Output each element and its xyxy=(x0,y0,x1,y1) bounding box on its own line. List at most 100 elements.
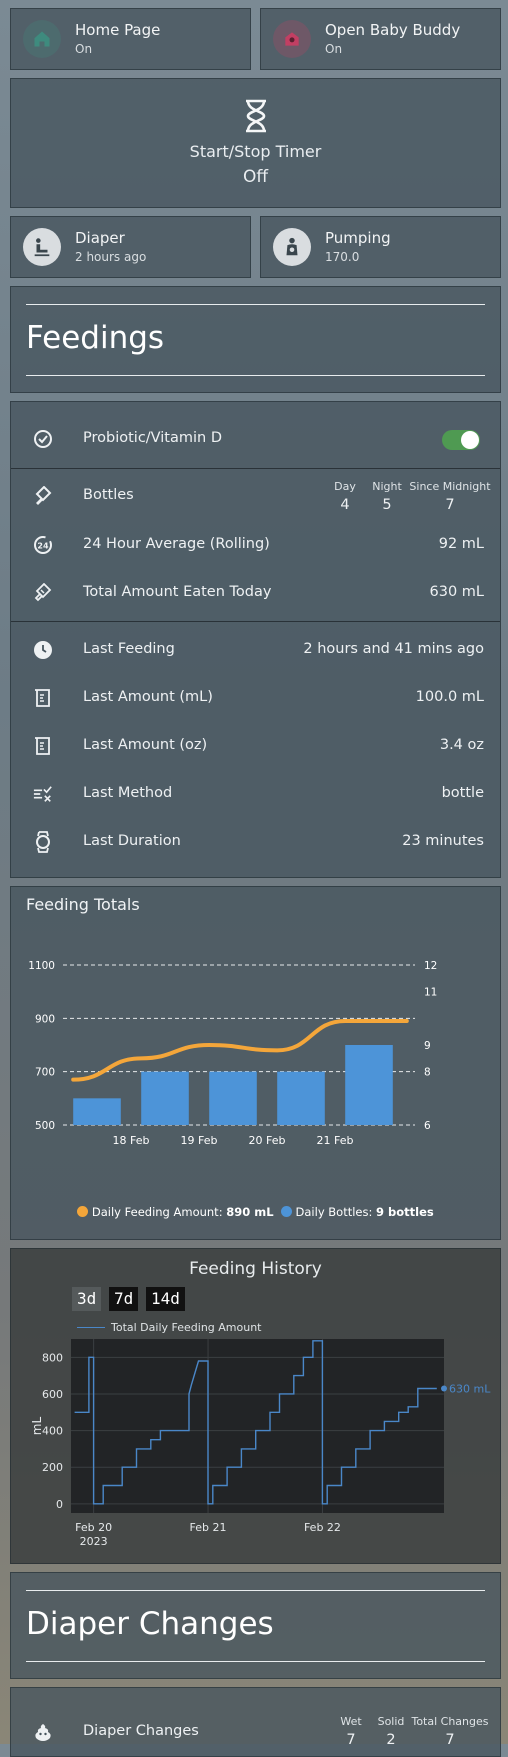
diaper-tile[interactable]: Diaper 2 hours ago xyxy=(10,216,251,278)
legend-bottles-swatch xyxy=(280,1206,292,1217)
total-today-row[interactable]: Total Amount Eaten Today 630 mL xyxy=(11,571,500,615)
bottles-since-midnight-value: 7 xyxy=(445,497,455,513)
last-amount-ml-label: Last Amount (mL) xyxy=(83,689,213,705)
diaper-subtitle: 2 hours ago xyxy=(75,250,147,264)
x-tick-label: 20 Feb xyxy=(249,1134,286,1147)
last-method-label: Last Method xyxy=(83,785,173,801)
range-14d-button[interactable]: 14d xyxy=(146,1287,185,1311)
y-left-tick-label: 900 xyxy=(35,1013,55,1025)
beaker-icon xyxy=(33,736,53,756)
open-baby-buddy-state: On xyxy=(325,42,343,56)
y-right-tick-label: 11 xyxy=(424,987,437,999)
baby-bottle-icon xyxy=(33,486,53,506)
legend-bottles-value: 9 bottles xyxy=(376,1205,434,1219)
last-amount-oz-row[interactable]: Last Amount (oz) 3.4 oz xyxy=(11,724,500,768)
plot-area xyxy=(71,1339,444,1513)
last-feeding-row[interactable]: Last Feeding 2 hours and 41 mins ago xyxy=(11,628,500,672)
bar xyxy=(73,1098,121,1125)
range-7d-button[interactable]: 7d xyxy=(109,1287,139,1311)
open-baby-buddy-title: Open Baby Buddy xyxy=(325,21,461,39)
y-tick-label: 600 xyxy=(42,1388,63,1401)
divider xyxy=(26,375,485,376)
check-circle-icon xyxy=(33,429,53,449)
probiotic-toggle[interactable] xyxy=(442,430,480,450)
legend-amount-value: 890 mL xyxy=(226,1205,274,1219)
start-stop-timer-tile[interactable]: Start/Stop Timer Off xyxy=(10,78,501,208)
last-method-row[interactable]: Last Method bottle xyxy=(11,772,500,816)
feeding-history-card: Feeding History 3d 7d 14d Total Daily Fe… xyxy=(10,1248,501,1564)
history-legend: Total Daily Feeding Amount xyxy=(77,1321,262,1334)
pumping-tile[interactable]: Pumping 170.0 xyxy=(260,216,501,278)
last-duration-label: Last Duration xyxy=(83,833,181,849)
y-tick-label: 800 xyxy=(42,1351,63,1364)
bottles-since-midnight-header: Since Midnight xyxy=(409,480,491,493)
feeding-totals-card: Feeding Totals 500 700 900 1100 6 8 9 11 12 18 Fe… xyxy=(10,886,501,1240)
feedings-heading: Feedings xyxy=(26,320,165,356)
emoticon-poop-icon xyxy=(33,1722,53,1742)
history-legend-label: Total Daily Feeding Amount xyxy=(111,1321,262,1334)
diaper-total-header: Total Changes xyxy=(411,1715,489,1728)
y-right-tick-label: 6 xyxy=(424,1120,431,1132)
hourglass-icon xyxy=(243,99,269,137)
home-page-tile[interactable]: Home Page On xyxy=(10,8,251,70)
x-tick-label: 19 Feb xyxy=(181,1134,218,1147)
home-page-state: On xyxy=(75,42,93,56)
x-tick-label: Feb 21 xyxy=(190,1521,227,1534)
diaper-total-value: 7 xyxy=(445,1732,455,1748)
hours-24-icon: 24 xyxy=(33,535,53,555)
bottles-night-value: 5 xyxy=(382,497,392,513)
svg-text:24: 24 xyxy=(37,542,49,551)
feeding-history-title: Feeding History xyxy=(189,1259,322,1279)
bar xyxy=(345,1045,393,1125)
last-feeding-label: Last Feeding xyxy=(83,641,175,657)
y-left-tick-label: 1100 xyxy=(28,960,55,972)
avg-row[interactable]: 24 24 Hour Average (Rolling) 92 mL xyxy=(11,523,500,567)
diaper-solid-value: 2 xyxy=(386,1732,396,1748)
divider xyxy=(26,1590,485,1591)
feeding-history-chart: 0 200 400 600 800 Feb 202023 Feb 21 Feb 22 630 m… xyxy=(30,1339,491,1548)
diaper-title: Diaper xyxy=(75,229,125,247)
y-tick-label: 400 xyxy=(42,1425,63,1438)
baby-changing-icon xyxy=(23,228,61,266)
range-3d-button[interactable]: 3d xyxy=(72,1287,102,1311)
diaper-changes-label: Diaper Changes xyxy=(83,1723,199,1739)
x-tick-label: 2023 xyxy=(80,1535,108,1548)
watch-icon xyxy=(33,831,53,853)
last-feeding-value: 2 hours and 41 mins ago xyxy=(303,641,484,657)
feeding-totals-legend: Daily Feeding Amount: 890 mL Daily Bottl… xyxy=(11,1205,500,1219)
last-amount-ml-value: 100.0 mL xyxy=(415,689,484,705)
last-value-label: 630 mL xyxy=(449,1382,491,1395)
pumping-subtitle: 170.0 xyxy=(325,250,360,264)
y-axis-label: mL xyxy=(30,1416,44,1435)
feeding-totals-title: Feeding Totals xyxy=(26,895,140,914)
diaper-wet-header: Wet xyxy=(340,1715,362,1728)
legend-amount-swatch xyxy=(77,1206,89,1217)
bottles-night-header: Night xyxy=(372,480,402,493)
x-tick-label: 18 Feb xyxy=(113,1134,150,1147)
pumping-title: Pumping xyxy=(325,229,391,247)
open-baby-buddy-tile[interactable]: Open Baby Buddy On xyxy=(260,8,501,70)
x-tick-label: Feb 20 xyxy=(75,1521,112,1534)
last-amount-oz-label: Last Amount (oz) xyxy=(83,737,208,753)
feedings-entities-card: Probiotic/Vitamin D Bottles Day 4 Night … xyxy=(10,401,501,878)
y-left-tick-label: 700 xyxy=(35,1067,55,1079)
divider xyxy=(11,621,500,622)
x-tick-label: Feb 22 xyxy=(304,1521,341,1534)
timer-state: Off xyxy=(242,167,269,187)
bottles-label: Bottles xyxy=(83,487,134,503)
avg-label: 24 Hour Average (Rolling) xyxy=(83,536,270,552)
y-tick-label: 200 xyxy=(42,1461,63,1474)
last-duration-value: 23 minutes xyxy=(402,833,484,849)
bottles-day-header: Day xyxy=(334,480,356,493)
diaper-header-card: Diaper Changes xyxy=(10,1572,501,1679)
y-left-tick-label: 500 xyxy=(35,1120,55,1132)
last-amount-ml-row[interactable]: Last Amount (mL) 100.0 mL xyxy=(11,676,500,720)
bottles-day-value: 4 xyxy=(340,497,350,513)
divider xyxy=(26,1661,485,1662)
format-list-checks-icon xyxy=(33,784,53,804)
diaper-changes-heading: Diaper Changes xyxy=(26,1606,274,1642)
home-icon xyxy=(23,20,61,58)
probiotic-row[interactable]: Probiotic/Vitamin D xyxy=(11,417,500,461)
last-duration-row[interactable]: Last Duration 23 minutes xyxy=(11,820,500,864)
toggle-knob xyxy=(461,431,479,449)
